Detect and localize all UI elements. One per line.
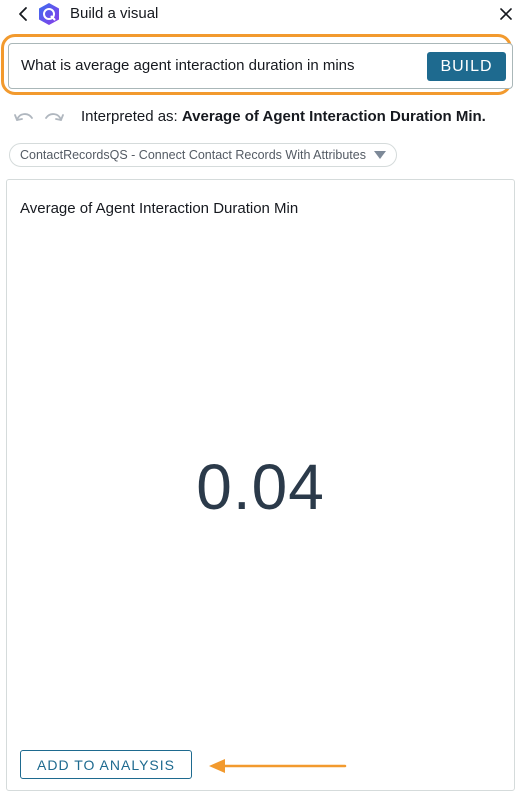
build-visual-panel: Build a visual BUILD Interpreted as: Ave… bbox=[0, 0, 520, 796]
visual-title: Average of Agent Interaction Duration Mi… bbox=[20, 200, 299, 217]
build-button[interactable]: BUILD bbox=[427, 52, 506, 81]
quicksight-q-logo-icon bbox=[37, 2, 61, 26]
interpretation-prefix: Interpreted as: bbox=[81, 108, 178, 125]
interpretation-value: Average of Agent Interaction Duration Mi… bbox=[181, 108, 486, 125]
arrow-left-annotation-icon bbox=[209, 759, 347, 773]
redo-button[interactable] bbox=[43, 109, 65, 125]
dataset-label: ContactRecordsQS - Connect Contact Recor… bbox=[20, 148, 366, 162]
panel-header: Build a visual bbox=[0, 0, 520, 28]
kpi-value: 0.04 bbox=[196, 451, 325, 523]
chevron-left-icon bbox=[19, 7, 27, 21]
panel-title: Build a visual bbox=[70, 5, 159, 22]
close-icon bbox=[500, 8, 512, 20]
redo-icon bbox=[45, 113, 64, 121]
undo-icon bbox=[14, 113, 33, 121]
caret-down-icon bbox=[373, 151, 386, 159]
interpretation-text: Interpreted as: Average of Agent Interac… bbox=[81, 108, 486, 125]
close-button[interactable] bbox=[496, 4, 516, 24]
query-bar: BUILD bbox=[8, 43, 513, 89]
back-button[interactable] bbox=[14, 4, 32, 24]
add-to-analysis-button[interactable]: ADD TO ANALYSIS bbox=[20, 750, 192, 779]
visual-card: Average of Agent Interaction Duration Mi… bbox=[6, 179, 515, 791]
query-input[interactable] bbox=[21, 57, 416, 74]
undo-button[interactable] bbox=[13, 109, 35, 125]
dataset-selector[interactable]: ContactRecordsQS - Connect Contact Recor… bbox=[9, 143, 397, 167]
